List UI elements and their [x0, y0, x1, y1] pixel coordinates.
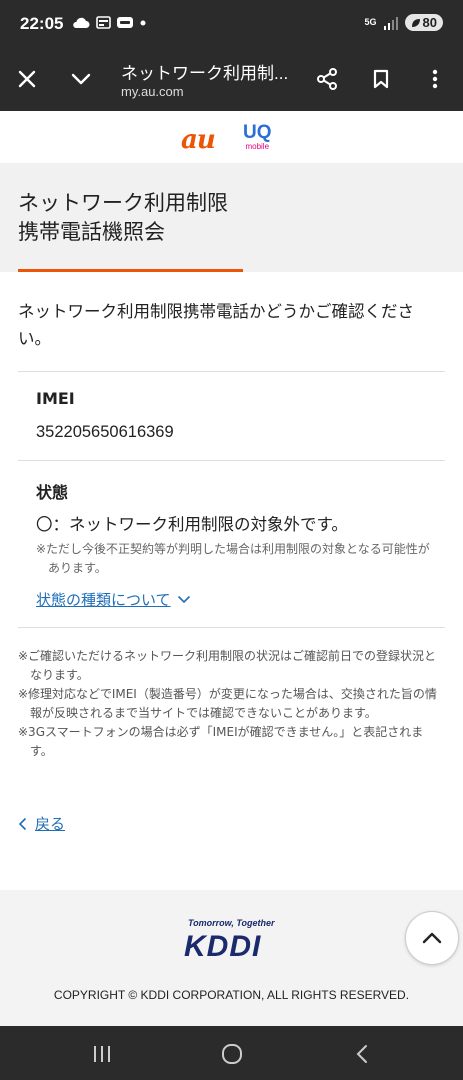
bookmark-button[interactable] [364, 62, 398, 96]
minimize-button[interactable] [64, 62, 98, 96]
chevron-left-icon [18, 817, 27, 830]
back-button[interactable] [342, 1040, 382, 1068]
page-title: ネットワーク利用制限 携帯電話機照会 [18, 189, 228, 247]
recents-icon [94, 1046, 110, 1062]
kddi-logo[interactable]: KDDI [184, 930, 261, 964]
footnotes: ※ご確認いただけるネットワーク利用制限の状況はご確認前日での登録状況となります。… [18, 647, 440, 761]
close-button[interactable] [10, 62, 44, 96]
status-time: 22:05 [20, 14, 64, 33]
scroll-top-button[interactable] [405, 911, 459, 965]
browser-toolbar: ネットワーク利用制... my.au.com [0, 48, 463, 111]
uq-mobile-logo[interactable]: UQ mobile [243, 123, 272, 151]
home-button[interactable] [212, 1040, 252, 1068]
bookmark-icon [373, 69, 389, 89]
home-icon [222, 1044, 242, 1064]
kddi-tagline: Tomorrow, Together [188, 918, 275, 928]
system-nav-bar [0, 1026, 463, 1080]
system-icons: 5G 80 [365, 14, 443, 31]
page-url: my.au.com [121, 84, 184, 99]
dot-icon [140, 20, 146, 25]
status-types-link-text: 状態の種類について [36, 591, 171, 609]
share-icon [317, 68, 337, 90]
footnote: ※修理対応などでIMEI（製造番号）が変更になった場合は、交換された旨の情報が反… [18, 687, 437, 720]
page-title-line2: 携帯電話機照会 [18, 220, 165, 244]
uq-logo-sub: mobile [245, 142, 270, 151]
notification-icons [72, 16, 147, 29]
news-icon [96, 16, 111, 29]
title-underline [18, 269, 243, 272]
battery-icon: 80 [404, 14, 443, 31]
status-value: 〇：ネットワーク利用制限の対象外です。 [36, 515, 348, 534]
close-icon [18, 70, 36, 88]
chevron-down-icon [177, 595, 190, 604]
divider [18, 460, 445, 461]
imei-label: IMEI [36, 389, 75, 408]
back-link-label: 戻る [35, 815, 66, 833]
leaf-icon [411, 18, 420, 27]
share-button[interactable] [310, 62, 344, 96]
au-logo[interactable]: au [181, 125, 216, 155]
signal-icon [383, 16, 398, 30]
uq-logo-text: UQ [243, 122, 272, 143]
more-vert-icon [432, 69, 438, 89]
more-button[interactable] [418, 62, 452, 96]
chevron-up-icon [422, 932, 442, 944]
back-link[interactable]: 戻る [18, 813, 65, 834]
5g-icon: 5G [364, 17, 377, 27]
battery-level: 80 [422, 15, 437, 30]
page-heading: ネットワーク利用制限 携帯電話機照会 [0, 163, 463, 272]
status-types-link[interactable]: 状態の種類について [36, 589, 191, 610]
copyright: COPYRIGHT © KDDI CORPORATION, ALL RIGHTS… [53, 988, 410, 1002]
footer: Tomorrow, Together KDDI COPYRIGHT © KDDI… [0, 890, 463, 1026]
intro-text: ネットワーク利用制限携帯電話かどうかご確認ください。 [18, 302, 414, 348]
back-icon [356, 1045, 367, 1063]
recents-button[interactable] [82, 1040, 122, 1068]
status-label: 状態 [36, 483, 69, 502]
footnote: ※ご確認いただけるネットワーク利用制限の状況はご確認前日での登録状況となります。 [18, 649, 437, 682]
chevron-down-icon [71, 73, 91, 85]
imei-value: 352205650616369 [36, 423, 174, 441]
status-bar: 22:05 5G 80 [0, 0, 463, 48]
page-title-line1: ネットワーク利用制限 [18, 191, 228, 215]
meet-icon [117, 17, 133, 28]
brand-logos: au UQ mobile [0, 111, 463, 163]
status-note: ※ただし今後不正契約等が判明した場合は利用制限の対象となる可能性があります。 [36, 542, 430, 575]
divider [18, 371, 445, 372]
footnote: ※3Gスマートフォンの場合は必ず「IMEIが確認できません。」と表記されます。 [18, 725, 424, 758]
divider [18, 627, 445, 628]
cloud-icon [73, 17, 90, 28]
page-title-bar: ネットワーク利用制... [121, 64, 289, 83]
